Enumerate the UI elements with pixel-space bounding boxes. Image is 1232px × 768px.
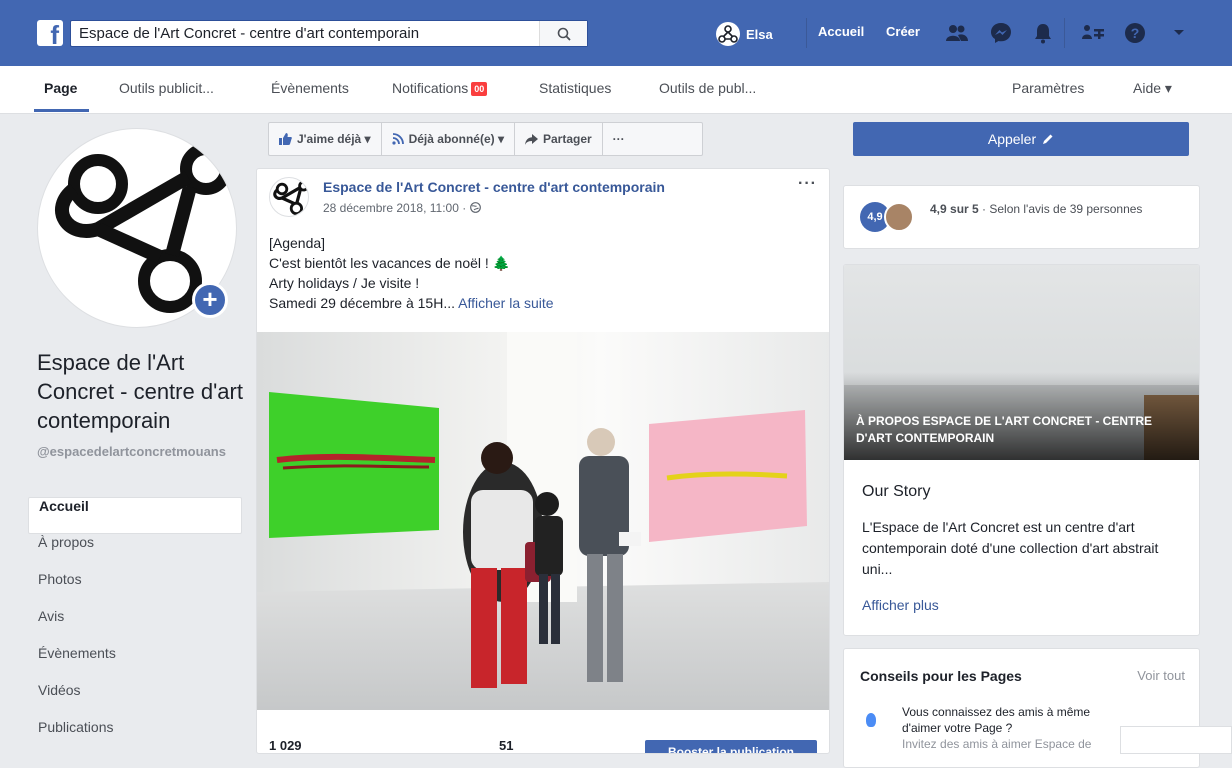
post-reach-count: 1 029 bbox=[269, 738, 302, 753]
about-cover-image[interactable]: À PROPOS ESPACE DE L'ART CONCRET - CENTR… bbox=[844, 265, 1199, 460]
sidebar-item-photos[interactable]: Photos bbox=[28, 571, 242, 608]
page-tabs-bar: Page Outils publicit... Évènements Notif… bbox=[0, 66, 1232, 114]
user-avatar bbox=[716, 22, 740, 46]
follow-label: Déjà abonné(e) ▾ bbox=[408, 132, 504, 146]
story-title: Our Story bbox=[862, 483, 931, 500]
about-card: À PROPOS ESPACE DE L'ART CONCRET - CENTR… bbox=[843, 264, 1200, 636]
tip-subtext: Invitez des amis à aimer Espace de bbox=[902, 737, 1092, 751]
tab-publishing-tools[interactable]: Outils de publ... bbox=[659, 80, 756, 96]
post-card: Espace de l'Art Concret - centre d'art c… bbox=[256, 168, 830, 754]
chat-box[interactable] bbox=[1120, 726, 1232, 754]
sidebar-item-home[interactable]: Accueil bbox=[28, 497, 242, 534]
tip-text: Vous connaissez des amis à même d'aimer … bbox=[902, 705, 1091, 735]
sidebar-item-posts[interactable]: Publications bbox=[28, 719, 242, 756]
tips-title: Conseils pour les Pages bbox=[860, 668, 1022, 684]
notifications-bell-icon[interactable] bbox=[1030, 20, 1056, 46]
tab-notifications-label: Notifications bbox=[392, 80, 469, 96]
post-author-avatar[interactable] bbox=[269, 177, 309, 217]
share-button[interactable]: Partager bbox=[515, 123, 603, 155]
gallery-photo-image bbox=[257, 332, 829, 710]
tab-help[interactable]: Aide ▾ bbox=[1133, 80, 1172, 97]
sidebar-item-videos[interactable]: Vidéos bbox=[28, 682, 242, 719]
post-date-text: 28 décembre 2018, 11:00 · bbox=[323, 201, 467, 215]
call-label: Appeler bbox=[987, 131, 1037, 147]
tab-events[interactable]: Évènements bbox=[271, 80, 349, 96]
see-more-link[interactable]: Afficher la suite bbox=[458, 295, 553, 311]
tip-item[interactable]: Vous connaissez des amis à même d'aimer … bbox=[902, 704, 1132, 752]
tab-settings[interactable]: Paramètres bbox=[1012, 80, 1084, 96]
call-button[interactable]: Appeler bbox=[853, 122, 1189, 156]
tab-statistics[interactable]: Statistiques bbox=[539, 80, 611, 96]
top-navigation-bar: f Elsa Accueil Créer ? bbox=[0, 0, 1232, 66]
reviewer-avatar bbox=[884, 202, 914, 232]
manage-pages-icon[interactable] bbox=[1080, 20, 1106, 46]
search-button[interactable] bbox=[539, 21, 587, 46]
rating-summary: 4,9 sur 5 · Selon l'avis de 39 personnes bbox=[930, 201, 1180, 217]
page-name: Espace de l'Art Concret - centre d'art c… bbox=[37, 350, 243, 433]
thumbs-up-icon bbox=[279, 133, 292, 145]
friend-requests-icon[interactable] bbox=[944, 20, 970, 46]
search-icon bbox=[557, 27, 571, 41]
share-arrow-icon bbox=[524, 133, 538, 145]
share-label: Partager bbox=[542, 132, 592, 146]
tab-page[interactable]: Page bbox=[44, 80, 77, 96]
post-author-name[interactable]: Espace de l'Art Concret - centre d'art c… bbox=[323, 179, 665, 195]
pencil-icon bbox=[1043, 134, 1053, 144]
post-text: [Agenda] C'est bientôt les vacances de n… bbox=[269, 233, 819, 313]
page-sidebar-menu: Accueil À propos Photos Avis Évènements … bbox=[28, 497, 242, 756]
home-link[interactable]: Accueil bbox=[818, 24, 864, 39]
svg-text:?: ? bbox=[1131, 25, 1140, 41]
follow-button[interactable]: Déjà abonné(e) ▾ bbox=[382, 123, 515, 155]
lightbulb-icon bbox=[866, 713, 876, 727]
post-timestamp[interactable]: 28 décembre 2018, 11:00 · bbox=[323, 201, 481, 215]
tips-see-all-link[interactable]: Voir tout bbox=[1137, 668, 1185, 683]
sidebar-item-events[interactable]: Évènements bbox=[28, 645, 242, 682]
tab-ad-tools[interactable]: Outils publicit... bbox=[119, 80, 214, 96]
search-input[interactable] bbox=[71, 21, 541, 46]
notifications-badge: 00 bbox=[471, 82, 488, 97]
help-icon[interactable]: ? bbox=[1122, 20, 1148, 46]
search-bar bbox=[70, 20, 588, 47]
story-text: L'Espace de l'Art Concret est un centre … bbox=[862, 519, 1159, 577]
post-engagement-count: 51 bbox=[499, 738, 514, 753]
create-link[interactable]: Créer bbox=[886, 24, 920, 39]
profile-link[interactable]: Elsa bbox=[716, 20, 773, 48]
sidebar-item-about[interactable]: À propos bbox=[28, 534, 242, 571]
globe-icon bbox=[469, 202, 481, 213]
about-caption: À PROPOS ESPACE DE L'ART CONCRET - CENTR… bbox=[856, 414, 1152, 445]
like-label: J'aime déjà ▾ bbox=[297, 132, 371, 146]
like-button[interactable]: J'aime déjà ▾ bbox=[269, 123, 382, 155]
tab-notifications[interactable]: Notifications 00 bbox=[392, 80, 488, 97]
rss-icon bbox=[391, 133, 404, 145]
active-tab-indicator bbox=[34, 109, 89, 112]
more-actions-button[interactable]: ··· bbox=[603, 123, 635, 155]
sidebar-item-reviews[interactable]: Avis bbox=[28, 608, 242, 645]
account-menu-chevron-icon[interactable] bbox=[1166, 20, 1192, 46]
post-line: Samedi 29 décembre à 15H... bbox=[269, 295, 455, 311]
rating-card[interactable]: 4,9 4,9 sur 5 · Selon l'avis de 39 perso… bbox=[843, 185, 1200, 249]
post-line: Arty holidays / Je visite ! bbox=[269, 275, 420, 291]
page-action-bar: J'aime déjà ▾ Déjà abonné(e) ▾ Partager … bbox=[268, 122, 703, 156]
messenger-icon[interactable] bbox=[988, 20, 1014, 46]
story-see-more-link[interactable]: Afficher plus bbox=[862, 597, 939, 613]
post-options-button[interactable]: ··· bbox=[798, 175, 817, 193]
add-photo-plus-icon[interactable]: + bbox=[192, 282, 228, 318]
page-handle[interactable]: @espacedelartconcretmouans bbox=[37, 444, 247, 460]
rating-count-text: · Selon l'avis de 39 personnes bbox=[978, 202, 1143, 216]
post-line: [Agenda] bbox=[269, 235, 326, 251]
user-name: Elsa bbox=[746, 26, 773, 42]
post-photo[interactable] bbox=[257, 332, 829, 710]
art-concret-logo-icon bbox=[273, 180, 308, 215]
post-line: C'est bientôt les vacances de noël ! 🌲 bbox=[269, 255, 511, 271]
rating-score-text: 4,9 sur 5 bbox=[930, 202, 979, 216]
boost-post-button[interactable]: Booster la publication bbox=[645, 740, 817, 753]
facebook-logo-icon[interactable]: f bbox=[37, 20, 63, 46]
